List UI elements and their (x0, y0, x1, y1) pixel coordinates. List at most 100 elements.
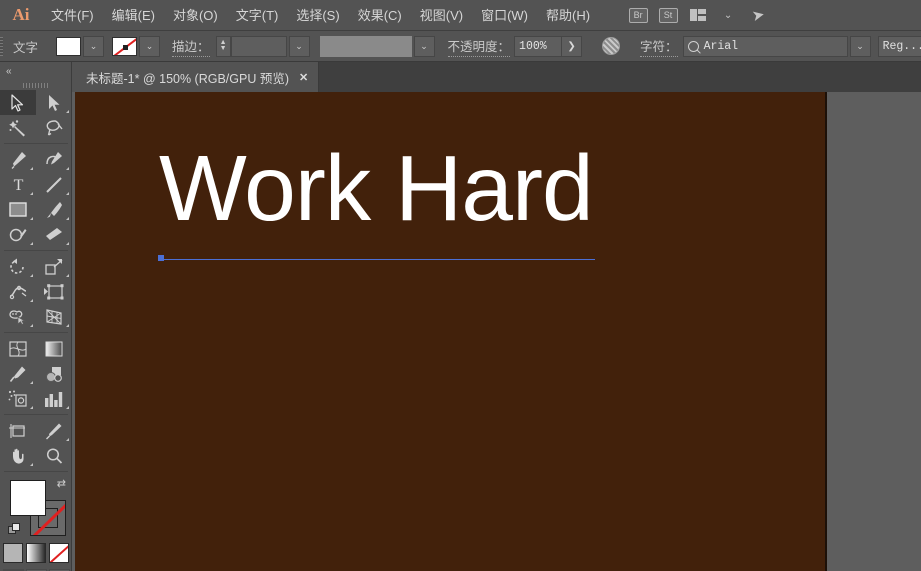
blend-tool[interactable] (36, 361, 72, 386)
slice-tool[interactable] (36, 418, 72, 443)
font-style-input[interactable]: Reg... (877, 35, 921, 57)
opacity-mask-button[interactable] (596, 37, 626, 55)
color-button[interactable] (3, 543, 23, 563)
free-transform-tool[interactable] (36, 279, 72, 304)
paintbrush-tool[interactable] (36, 197, 72, 222)
font-family-dropdown-button[interactable]: ⌄ (849, 35, 871, 57)
shaper-tool[interactable] (0, 222, 36, 247)
eyedropper-tool[interactable] (0, 361, 36, 386)
pen-tool[interactable] (0, 147, 36, 172)
stroke-weight-stepper[interactable]: ▲ ▼ (215, 35, 231, 57)
curvature-tool[interactable] (36, 147, 72, 172)
chevron-down-icon: ⌄ (420, 40, 428, 51)
direct-selection-tool[interactable] (36, 90, 72, 115)
menu-effect[interactable]: 效果(C) (349, 0, 411, 31)
none-button[interactable] (49, 543, 69, 563)
artwork-text[interactable]: Work Hard (159, 142, 594, 235)
divider (4, 414, 68, 415)
type-tool[interactable]: T (0, 172, 36, 197)
tool-group-indicator (66, 324, 69, 327)
character-label[interactable]: 字符： (640, 36, 678, 57)
bridge-button[interactable]: Br (623, 0, 653, 31)
stroke-profile-input[interactable] (319, 35, 412, 57)
stroke-dropdown-button[interactable]: ⌄ (139, 35, 161, 57)
default-fill-stroke-icon[interactable] (8, 523, 21, 536)
fill-dropdown-button[interactable]: ⌄ (83, 35, 105, 57)
magic-wand-tool[interactable] (0, 115, 36, 140)
arrange-documents-icon (689, 9, 707, 21)
text-baseline-selection (160, 259, 595, 260)
tools-panel-grip[interactable] (0, 80, 71, 90)
column-graph-tool[interactable] (36, 386, 72, 411)
eraser-tool[interactable] (36, 222, 72, 247)
document-canvas[interactable]: Work Hard (72, 92, 921, 571)
zoom-tool[interactable] (36, 443, 72, 468)
divider (4, 143, 68, 144)
artboard[interactable]: Work Hard (75, 92, 827, 571)
opacity-label[interactable]: 不透明度： (447, 36, 511, 57)
arrange-dropdown-button[interactable]: ⌄ (713, 0, 743, 31)
stock-button[interactable]: St (653, 0, 683, 31)
document-tab[interactable]: 未标题-1* @ 150% (RGB/GPU 预览) ✕ (72, 62, 320, 92)
gradient-tool[interactable] (36, 336, 72, 361)
menu-select[interactable]: 选择(S) (287, 0, 348, 31)
fill-control[interactable]: ⌄ (56, 35, 105, 57)
gradient-button[interactable] (26, 543, 46, 563)
opacity-input[interactable]: 100% (514, 35, 563, 57)
line-segment-tool[interactable] (36, 172, 72, 197)
tool-group-selection (0, 90, 72, 140)
close-icon[interactable]: ✕ (299, 71, 308, 84)
menu-help[interactable]: 帮助(H) (537, 0, 599, 31)
swap-fill-stroke-icon[interactable]: ⇄ (57, 477, 66, 490)
menu-file[interactable]: 文件(F) (42, 0, 103, 31)
rectangle-tool[interactable] (0, 197, 36, 222)
divider (4, 332, 68, 333)
hand-tool[interactable] (0, 443, 36, 468)
artboard-tool[interactable] (0, 418, 36, 443)
symbol-sprayer-tool[interactable] (0, 386, 36, 411)
active-tool-label: 文字 (13, 40, 39, 55)
scale-tool[interactable] (36, 254, 72, 279)
mesh-tool[interactable] (0, 336, 36, 361)
stroke-swatch[interactable] (112, 36, 138, 56)
tool-group-indicator (30, 242, 33, 245)
menu-type[interactable]: 文字(T) (227, 0, 288, 31)
chevron-down-icon: ⌄ (723, 9, 733, 21)
stroke-weight-label[interactable]: 描边： (172, 36, 210, 57)
document-tab-title: 未标题-1* @ 150% (RGB/GPU 预览) (86, 71, 290, 86)
discover-button[interactable]: ➤ (743, 0, 773, 31)
tools-panel-header[interactable]: « (0, 62, 71, 80)
tool-group-indicator (30, 192, 33, 195)
search-icon (687, 40, 699, 52)
opacity-control: 不透明度： 100% ❯ (447, 35, 583, 57)
lasso-tool[interactable] (36, 115, 72, 140)
tools-panel: « T ⇄ (0, 62, 72, 571)
opacity-mask-icon (602, 37, 621, 55)
fill-swatch[interactable] (56, 36, 82, 56)
collapse-panel-icon[interactable]: « (6, 66, 11, 77)
stroke-control[interactable]: ⌄ (112, 35, 161, 57)
rotate-tool[interactable] (0, 254, 36, 279)
stroke-profile-dropdown-button[interactable]: ⌄ (413, 35, 435, 57)
tool-group-indicator (66, 192, 69, 195)
font-family-value: Arial (703, 39, 739, 53)
width-tool[interactable] (0, 279, 36, 304)
menu-view[interactable]: 视图(V) (411, 0, 472, 31)
chevron-down-icon: ⌄ (89, 40, 98, 51)
selection-tool[interactable] (0, 90, 36, 115)
menu-window[interactable]: 窗口(W) (472, 0, 537, 31)
font-family-input[interactable]: Arial (682, 35, 848, 57)
shape-builder-tool[interactable] (0, 304, 36, 329)
tool-group-indicator (30, 217, 33, 220)
arrange-documents-button[interactable] (683, 0, 713, 31)
tool-group-indicator (66, 167, 69, 170)
tool-group-color (0, 336, 72, 411)
menu-edit[interactable]: 编辑(E) (103, 0, 164, 31)
text-anchor-point[interactable] (158, 255, 164, 261)
opacity-flyout-button[interactable]: ❯ (562, 35, 583, 57)
perspective-grid-tool[interactable] (36, 304, 72, 329)
toolbar-fill-swatch[interactable] (10, 480, 46, 516)
stroke-weight-input[interactable] (230, 35, 287, 57)
stroke-weight-dropdown-button[interactable]: ⌄ (288, 35, 310, 57)
menu-object[interactable]: 对象(O) (164, 0, 227, 31)
